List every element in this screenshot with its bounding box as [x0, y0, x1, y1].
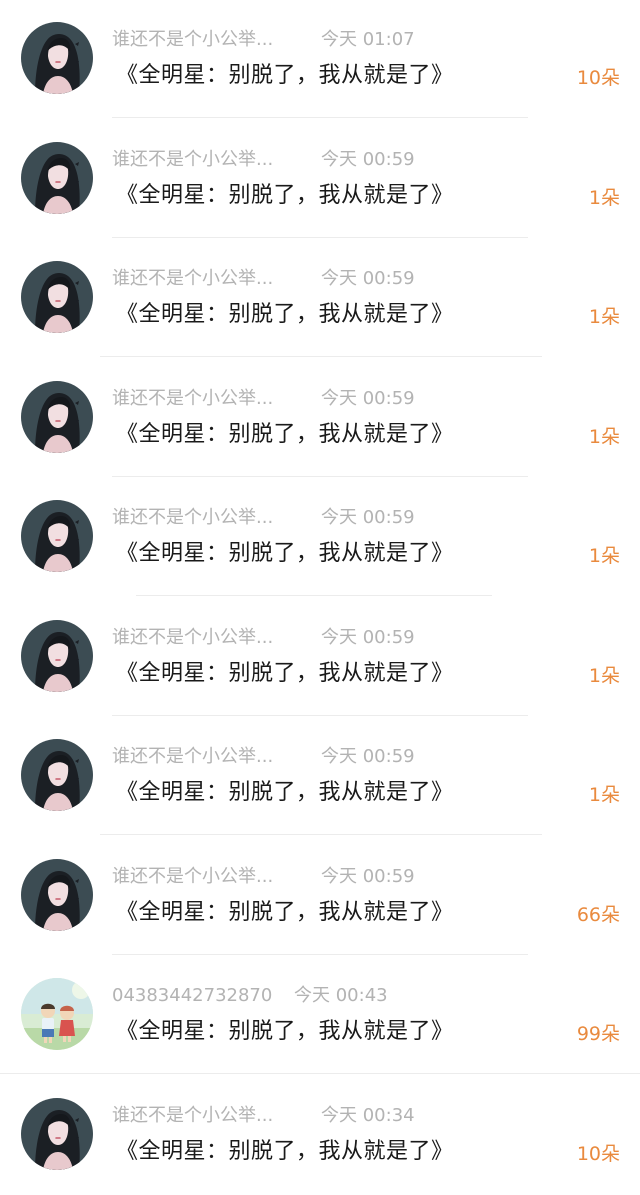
gift-count: 99朵	[577, 1019, 620, 1049]
gift-record-list: 谁还不是个小公举... 今天 01:07 《全明星：别脱了，我从就是了》 10朵…	[0, 0, 640, 1188]
girl-avatar[interactable]	[21, 22, 93, 94]
girl-avatar[interactable]	[21, 739, 93, 811]
item-title: 《全明星：别脱了，我从就是了》	[116, 777, 454, 809]
girl-avatar[interactable]	[21, 142, 93, 214]
item-title: 《全明星：别脱了，我从就是了》	[116, 1136, 454, 1168]
sender-name[interactable]: 谁还不是个小公举...	[112, 147, 273, 173]
timestamp: 今天 01:07	[321, 27, 415, 53]
item-title: 《全明星：别脱了，我从就是了》	[116, 1016, 454, 1048]
list-item[interactable]: 谁还不是个小公举... 今天 00:59 《全明星：别脱了，我从就是了》 1朵	[0, 359, 640, 479]
list-item[interactable]: 04383442732870 今天 00:43 《全明星：别脱了，我从就是了》 …	[0, 956, 640, 1076]
timestamp: 今天 00:59	[321, 744, 415, 770]
girl-avatar[interactable]	[21, 381, 93, 453]
sender-name[interactable]: 谁还不是个小公举...	[112, 744, 273, 770]
gift-count: 1朵	[589, 183, 620, 213]
divider	[112, 237, 528, 238]
list-item[interactable]: 谁还不是个小公举... 今天 00:59 《全明星：别脱了，我从就是了》 66朵	[0, 837, 640, 957]
item-title: 《全明星：别脱了，我从就是了》	[116, 299, 454, 331]
item-title: 《全明星：别脱了，我从就是了》	[116, 180, 454, 212]
item-meta: 谁还不是个小公举... 今天 00:59	[112, 386, 273, 412]
gift-count: 1朵	[589, 541, 620, 571]
item-meta: 谁还不是个小公举... 今天 00:59	[112, 147, 273, 173]
girl-avatar[interactable]	[21, 620, 93, 692]
gift-count: 10朵	[577, 63, 620, 93]
item-meta: 谁还不是个小公举... 今天 01:07	[112, 27, 273, 53]
gift-count: 1朵	[589, 302, 620, 332]
timestamp: 今天 00:59	[321, 864, 415, 890]
list-item[interactable]: 谁还不是个小公举... 今天 00:59 《全明星：别脱了，我从就是了》 1朵	[0, 239, 640, 359]
gift-count: 1朵	[589, 661, 620, 691]
item-title: 《全明星：别脱了，我从就是了》	[116, 419, 454, 451]
kids-avatar[interactable]	[21, 978, 93, 1050]
girl-avatar[interactable]	[21, 500, 93, 572]
sender-name[interactable]: 谁还不是个小公举...	[112, 864, 273, 890]
item-title: 《全明星：别脱了，我从就是了》	[116, 60, 454, 92]
girl-avatar[interactable]	[21, 261, 93, 333]
divider	[100, 834, 542, 835]
item-meta: 谁还不是个小公举... 今天 00:59	[112, 744, 273, 770]
item-meta: 谁还不是个小公举... 今天 00:59	[112, 266, 273, 292]
list-item[interactable]: 谁还不是个小公举... 今天 00:59 《全明星：别脱了，我从就是了》 1朵	[0, 598, 640, 718]
timestamp: 今天 00:43	[294, 983, 388, 1009]
sender-name[interactable]: 谁还不是个小公举...	[112, 625, 273, 651]
divider	[112, 715, 528, 716]
item-meta: 04383442732870 今天 00:43	[112, 983, 272, 1009]
divider	[136, 595, 492, 596]
timestamp: 今天 00:34	[321, 1103, 415, 1129]
divider	[112, 117, 528, 118]
sender-name[interactable]: 谁还不是个小公举...	[112, 386, 273, 412]
list-item[interactable]: 谁还不是个小公举... 今天 01:07 《全明星：别脱了，我从就是了》 10朵	[0, 0, 640, 120]
item-title: 《全明星：别脱了，我从就是了》	[116, 538, 454, 570]
list-item[interactable]: 谁还不是个小公举... 今天 00:59 《全明星：别脱了，我从就是了》 1朵	[0, 478, 640, 598]
timestamp: 今天 00:59	[321, 386, 415, 412]
sender-name[interactable]: 04383442732870	[112, 983, 272, 1009]
girl-avatar[interactable]	[21, 859, 93, 931]
sender-name[interactable]: 谁还不是个小公举...	[112, 266, 273, 292]
timestamp: 今天 00:59	[321, 147, 415, 173]
item-meta: 谁还不是个小公举... 今天 00:59	[112, 864, 273, 890]
girl-avatar[interactable]	[21, 1098, 93, 1170]
divider	[0, 1073, 640, 1074]
divider	[112, 476, 528, 477]
gift-count: 1朵	[589, 422, 620, 452]
sender-name[interactable]: 谁还不是个小公举...	[112, 1103, 273, 1129]
item-meta: 谁还不是个小公举... 今天 00:59	[112, 625, 273, 651]
timestamp: 今天 00:59	[321, 505, 415, 531]
sender-name[interactable]: 谁还不是个小公举...	[112, 505, 273, 531]
item-meta: 谁还不是个小公举... 今天 00:59	[112, 505, 273, 531]
timestamp: 今天 00:59	[321, 625, 415, 651]
item-meta: 谁还不是个小公举... 今天 00:34	[112, 1103, 273, 1129]
gift-count: 1朵	[589, 780, 620, 810]
divider	[112, 954, 528, 955]
item-title: 《全明星：别脱了，我从就是了》	[116, 897, 454, 929]
item-title: 《全明星：别脱了，我从就是了》	[116, 658, 454, 690]
list-item[interactable]: 谁还不是个小公举... 今天 00:59 《全明星：别脱了，我从就是了》 1朵	[0, 717, 640, 837]
gift-count: 10朵	[577, 1139, 620, 1169]
timestamp: 今天 00:59	[321, 266, 415, 292]
list-item[interactable]: 谁还不是个小公举... 今天 00:59 《全明星：别脱了，我从就是了》 1朵	[0, 120, 640, 240]
gift-count: 66朵	[577, 900, 620, 930]
divider	[100, 356, 542, 357]
sender-name[interactable]: 谁还不是个小公举...	[112, 27, 273, 53]
list-item[interactable]: 谁还不是个小公举... 今天 00:34 《全明星：别脱了，我从就是了》 10朵	[0, 1076, 640, 1195]
